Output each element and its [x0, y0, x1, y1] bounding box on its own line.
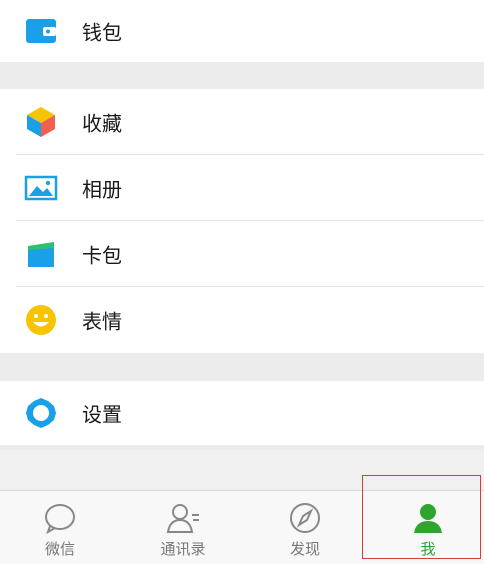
menu-item-label: 卡包: [82, 243, 122, 268]
tab-label: 通讯录: [160, 540, 206, 558]
menu-item-stickers[interactable]: 表情: [0, 287, 484, 353]
cube-icon: [27, 107, 55, 137]
contacts-icon: [166, 504, 199, 533]
tab-chats[interactable]: 微信: [10, 491, 110, 564]
menu-item-label: 钱包: [82, 20, 122, 45]
chat-bubble-icon: [45, 504, 75, 535]
tab-label: 微信: [44, 540, 75, 558]
menu-item-cards[interactable]: 卡包: [0, 221, 484, 287]
image-icon: [24, 175, 58, 201]
features-group: 收藏 相册 卡包 表情: [0, 89, 484, 353]
tab-contacts[interactable]: 通讯录: [133, 491, 233, 564]
menu-item-label: 设置: [82, 402, 122, 427]
menu-item-label: 表情: [82, 309, 122, 334]
tab-label: 发现: [289, 540, 320, 558]
wallet-group: 钱包: [0, 0, 484, 62]
smiley-icon: [26, 305, 56, 335]
menu-item-label: 收藏: [82, 111, 122, 136]
settings-group: 设置: [0, 381, 484, 445]
menu-item-settings[interactable]: 设置: [0, 381, 484, 445]
card-wallet-icon: [28, 242, 54, 267]
gear-icon: [26, 398, 56, 428]
menu-item-favorites[interactable]: 收藏: [0, 89, 484, 155]
menu-item-label: 相册: [82, 177, 122, 202]
menu-item-album[interactable]: 相册: [0, 155, 484, 221]
tab-discover[interactable]: 发现: [255, 491, 355, 564]
highlight-box: [362, 475, 481, 559]
wallet-icon: [26, 19, 56, 43]
menu-item-wallet[interactable]: 钱包: [0, 0, 484, 62]
compass-icon: [290, 503, 320, 533]
